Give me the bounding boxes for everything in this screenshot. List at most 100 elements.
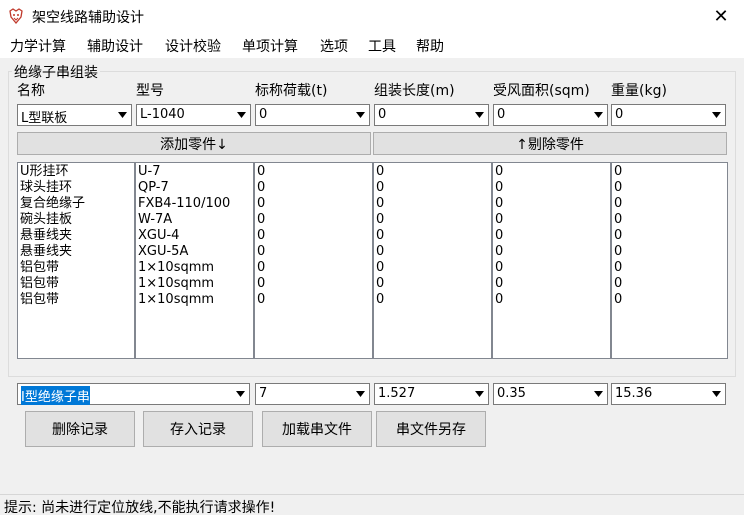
menu-design-check[interactable]: 设计校验: [165, 36, 221, 56]
list-item[interactable]: 0: [495, 180, 503, 196]
chevron-down-icon[interactable]: [351, 384, 369, 404]
list-item[interactable]: 0: [376, 260, 384, 276]
record-area-value: 0.35: [497, 386, 526, 401]
list-item[interactable]: 0: [257, 228, 265, 244]
weights-list[interactable]: 0 0 0 0 0 0 0 0 0: [611, 162, 728, 359]
record-area-select[interactable]: 0.35: [493, 383, 608, 405]
save-record-button[interactable]: 存入记录: [143, 411, 253, 447]
chevron-down-icon[interactable]: [231, 384, 249, 404]
list-item[interactable]: 铝包带: [20, 276, 59, 292]
list-item[interactable]: 0: [495, 196, 503, 212]
list-item[interactable]: 0: [495, 164, 503, 180]
record-weight-select[interactable]: 15.36: [611, 383, 726, 405]
record-load-select[interactable]: 7: [255, 383, 370, 405]
list-item[interactable]: 球头挂环: [20, 180, 72, 196]
chevron-down-icon[interactable]: [470, 105, 488, 125]
list-item[interactable]: 0: [495, 212, 503, 228]
list-item[interactable]: 0: [614, 244, 622, 260]
chevron-down-icon[interactable]: [113, 105, 131, 125]
list-item[interactable]: 1×10sqmm: [138, 292, 214, 308]
part-area-select[interactable]: 0: [493, 104, 608, 126]
list-item[interactable]: 悬垂线夹: [20, 244, 72, 260]
list-item[interactable]: 0: [614, 196, 622, 212]
list-item[interactable]: 0: [495, 292, 503, 308]
list-item[interactable]: 1×10sqmm: [138, 276, 214, 292]
list-item[interactable]: 0: [614, 228, 622, 244]
load-string-file-button[interactable]: 加载串文件: [262, 411, 372, 447]
list-item[interactable]: 0: [376, 276, 384, 292]
list-item[interactable]: W-7A: [138, 212, 172, 228]
column-label-area: 受风面积(sqm): [493, 83, 590, 99]
list-item[interactable]: 0: [614, 292, 622, 308]
list-item[interactable]: 0: [257, 276, 265, 292]
models-list[interactable]: U-7 QP-7 FXB4-110/100 W-7A XGU-4 XGU-5A …: [135, 162, 254, 359]
chevron-down-icon[interactable]: [707, 384, 725, 404]
list-item[interactable]: 0: [495, 228, 503, 244]
menu-tools[interactable]: 工具: [368, 36, 396, 56]
save-string-file-as-button[interactable]: 串文件另存: [376, 411, 486, 447]
list-item[interactable]: 复合绝缘子: [20, 196, 85, 212]
list-item[interactable]: 0: [376, 164, 384, 180]
part-load-select[interactable]: 0: [255, 104, 370, 126]
list-item[interactable]: 0: [257, 180, 265, 196]
list-item[interactable]: 0: [614, 180, 622, 196]
list-item[interactable]: 悬垂线夹: [20, 228, 72, 244]
part-name-select[interactable]: L型联板: [17, 104, 132, 126]
lengths-list[interactable]: 0 0 0 0 0 0 0 0 0: [373, 162, 492, 359]
list-item[interactable]: 0: [614, 164, 622, 180]
list-item[interactable]: 0: [376, 212, 384, 228]
delete-record-button[interactable]: 删除记录: [25, 411, 135, 447]
list-item[interactable]: 0: [257, 260, 265, 276]
list-item[interactable]: 0: [376, 292, 384, 308]
list-item[interactable]: 0: [495, 276, 503, 292]
list-item[interactable]: XGU-5A: [138, 244, 188, 260]
chevron-down-icon[interactable]: [589, 384, 607, 404]
areas-list[interactable]: 0 0 0 0 0 0 0 0 0: [492, 162, 611, 359]
list-item[interactable]: 0: [257, 196, 265, 212]
part-weight-select[interactable]: 0: [611, 104, 726, 126]
list-item[interactable]: 0: [257, 164, 265, 180]
loads-list[interactable]: 0 0 0 0 0 0 0 0 0: [254, 162, 373, 359]
list-item[interactable]: 0: [614, 212, 622, 228]
list-item[interactable]: 铝包带: [20, 292, 59, 308]
record-name-select[interactable]: I型绝缘子串: [17, 383, 250, 405]
list-item[interactable]: XGU-4: [138, 228, 179, 244]
part-length-select[interactable]: 0: [374, 104, 489, 126]
app-logo-icon: [8, 8, 24, 25]
list-item[interactable]: 碗头挂板: [20, 212, 72, 228]
menu-single-calc[interactable]: 单项计算: [242, 36, 298, 56]
menu-assist-design[interactable]: 辅助设计: [87, 36, 143, 56]
chevron-down-icon[interactable]: [589, 105, 607, 125]
list-item[interactable]: 0: [257, 212, 265, 228]
chevron-down-icon[interactable]: [351, 105, 369, 125]
list-item[interactable]: 1×10sqmm: [138, 260, 214, 276]
list-item[interactable]: 0: [376, 228, 384, 244]
list-item[interactable]: 铝包带: [20, 260, 59, 276]
menu-mechanics[interactable]: 力学计算: [10, 36, 66, 56]
list-item[interactable]: 0: [495, 244, 503, 260]
list-item[interactable]: 0: [614, 276, 622, 292]
chevron-down-icon[interactable]: [470, 384, 488, 404]
record-length-select[interactable]: 1.527: [374, 383, 489, 405]
list-item[interactable]: U形挂环: [20, 164, 69, 180]
column-label-weight: 重量(kg): [611, 83, 667, 99]
names-list[interactable]: U形挂环 球头挂环 复合绝缘子 碗头挂板 悬垂线夹 悬垂线夹 铝包带 铝包带 铝…: [17, 162, 135, 359]
chevron-down-icon[interactable]: [707, 105, 725, 125]
list-item[interactable]: U-7: [138, 164, 160, 180]
chevron-down-icon[interactable]: [232, 105, 250, 125]
list-item[interactable]: FXB4-110/100: [138, 196, 230, 212]
list-item[interactable]: 0: [257, 244, 265, 260]
remove-part-button[interactable]: ↑剔除零件: [373, 132, 727, 155]
menu-help[interactable]: 帮助: [416, 36, 444, 56]
list-item[interactable]: 0: [376, 244, 384, 260]
list-item[interactable]: 0: [376, 180, 384, 196]
add-part-button[interactable]: 添加零件↓: [17, 132, 371, 155]
list-item[interactable]: 0: [257, 292, 265, 308]
menu-options[interactable]: 选项: [320, 36, 348, 56]
close-icon[interactable]: ✕: [698, 0, 744, 32]
list-item[interactable]: QP-7: [138, 180, 169, 196]
list-item[interactable]: 0: [614, 260, 622, 276]
list-item[interactable]: 0: [376, 196, 384, 212]
part-model-select[interactable]: L-1040: [136, 104, 251, 126]
list-item[interactable]: 0: [495, 260, 503, 276]
